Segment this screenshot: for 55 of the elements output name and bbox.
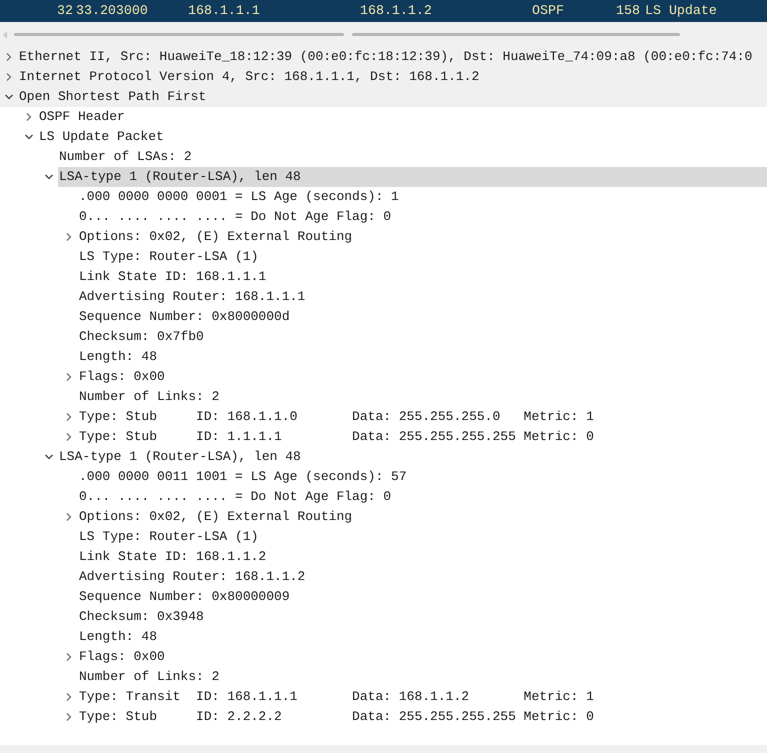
tree-item[interactable]: 0... .... .... .... = Do Not Age Flag: 0 — [78, 207, 767, 227]
chevron-right-icon[interactable] — [64, 432, 74, 442]
tree-item[interactable]: LS Type: Router-LSA (1) — [78, 527, 767, 547]
tree-item[interactable]: Options: 0x02, (E) External Routing — [78, 507, 767, 527]
packet-number: 32 — [56, 2, 73, 20]
tree-item[interactable]: Type: Stub ID: 1.1.1.1 Data: 255.255.255.255 Metric: 0 — [78, 427, 767, 447]
chevron-right-icon[interactable] — [64, 232, 74, 242]
tree-item[interactable]: LSA-type 1 (Router-LSA), len 48 — [58, 167, 767, 187]
chevron-right-icon[interactable] — [64, 512, 74, 522]
tree-item[interactable]: Length: 48 — [78, 347, 767, 367]
tree-item[interactable]: .000 0000 0011 1001 = LS Age (seconds): 57 — [78, 467, 767, 487]
chevron-right-icon[interactable] — [4, 72, 14, 82]
tree-item[interactable]: Advertising Router: 168.1.1.1 — [78, 287, 767, 307]
tree-item[interactable]: Flags: 0x00 — [78, 367, 767, 387]
tree-item[interactable]: Link State ID: 168.1.1.1 — [78, 267, 767, 287]
tree-item[interactable]: Number of Links: 2 — [78, 387, 767, 407]
tree-item[interactable]: Sequence Number: 0x80000009 — [78, 587, 767, 607]
tree-item[interactable]: .000 0000 0000 0001 = LS Age (seconds): 1 — [78, 187, 767, 207]
chevron-down-icon[interactable] — [4, 92, 14, 102]
packet-info: LS Update — [645, 2, 717, 20]
packet-time: 33.203000 — [76, 2, 149, 20]
chevron-right-icon[interactable] — [24, 112, 34, 122]
tree-item[interactable]: Type: Stub ID: 168.1.1.0 Data: 255.255.255.0 Metric: 1 — [78, 407, 767, 427]
chevron-right-icon[interactable] — [64, 372, 74, 382]
packet-row[interactable]: 32 33.203000 168.1.1.1 168.1.1.2 OSPF 158 LS Update — [0, 0, 767, 22]
tree-item[interactable]: Type: Stub ID: 2.2.2.2 Data: 255.255.255.255 Metric: 0 — [78, 707, 767, 727]
tree-item[interactable]: Length: 48 — [78, 627, 767, 647]
tree-item[interactable]: Checksum: 0x7fb0 — [78, 327, 767, 347]
tree-item[interactable]: Advertising Router: 168.1.1.2 — [78, 567, 767, 587]
chevron-right-icon[interactable] — [64, 412, 74, 422]
tree-item[interactable]: Type: Transit ID: 168.1.1.1 Data: 168.1.1.2 Metric: 1 — [78, 687, 767, 707]
chevron-down-icon[interactable] — [24, 132, 34, 142]
chevron-right-icon[interactable] — [64, 692, 74, 702]
packet-length: 158 — [615, 2, 640, 20]
tree-item[interactable]: LSA-type 1 (Router-LSA), len 48 — [58, 447, 767, 467]
tree-item[interactable]: Link State ID: 168.1.1.2 — [78, 547, 767, 567]
tree-item[interactable]: Number of Links: 2 — [78, 667, 767, 687]
tree-item[interactable]: Checksum: 0x3948 — [78, 607, 767, 627]
tree-item[interactable]: Sequence Number: 0x8000000d — [78, 307, 767, 327]
chevron-right-icon[interactable] — [64, 652, 74, 662]
tree-item[interactable]: LS Update Packet — [38, 127, 767, 147]
tree-item[interactable]: 0... .... .... .... = Do Not Age Flag: 0 — [78, 487, 767, 507]
tree-item[interactable]: Options: 0x02, (E) External Routing — [78, 227, 767, 247]
chevron-down-icon[interactable] — [44, 452, 54, 462]
packet-destination: 168.1.1.2 — [360, 2, 433, 20]
chevron-right-icon[interactable] — [64, 712, 74, 722]
packet-protocol: OSPF — [532, 2, 565, 20]
horizontal-scrollbar[interactable] — [0, 22, 767, 47]
tree-item[interactable]: Number of LSAs: 2 — [58, 147, 767, 167]
packet-source: 168.1.1.1 — [188, 2, 261, 20]
tree-item[interactable]: LS Type: Router-LSA (1) — [78, 247, 767, 267]
chevron-right-icon[interactable] — [4, 52, 14, 62]
tree-item[interactable]: Flags: 0x00 — [78, 647, 767, 667]
tree-item[interactable]: OSPF Header — [38, 107, 767, 127]
chevron-down-icon[interactable] — [44, 172, 54, 182]
